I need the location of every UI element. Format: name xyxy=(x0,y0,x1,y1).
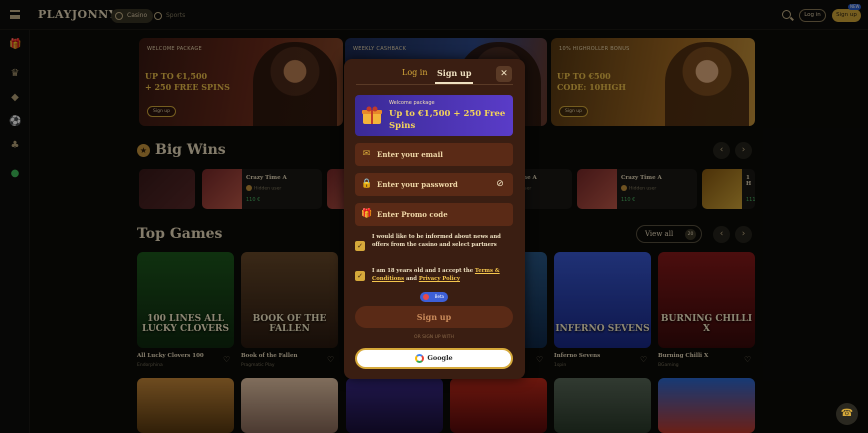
captcha-badge: Beta xyxy=(420,292,448,302)
google-icon xyxy=(415,353,425,363)
and-text: and xyxy=(404,276,419,282)
promo-field: 🎁 xyxy=(355,203,513,226)
google-signup-button[interactable]: Google xyxy=(355,348,513,369)
email-input[interactable] xyxy=(377,147,497,162)
envelope-icon: ✉ xyxy=(362,149,371,159)
password-field: 🔒 ⊘ xyxy=(355,173,513,196)
close-icon[interactable]: ✕ xyxy=(496,66,512,82)
gift-small-icon: 🎁 xyxy=(361,209,373,219)
tab-signup[interactable]: Sign up xyxy=(437,68,471,78)
support-chat-icon[interactable]: ☎ xyxy=(836,403,858,425)
age-text: I am 18 years old and I accept the xyxy=(372,268,475,274)
welcome-offer-line1: Up to €1,500 + 250 Free xyxy=(389,109,506,119)
newsletter-label: I would like to be informed about news a… xyxy=(372,234,501,248)
signup-submit-button[interactable]: Sign up xyxy=(355,306,513,328)
eye-off-icon[interactable]: ⊘ xyxy=(494,179,506,190)
casino-page: PLAYJONNY Casino Sports Log in Sign up N… xyxy=(0,0,868,433)
lock-icon: 🔒 xyxy=(361,179,373,189)
signup-modal: Log in Sign up ✕ Welcome package Up to €… xyxy=(344,59,525,379)
google-label: Google xyxy=(427,354,453,362)
password-input[interactable] xyxy=(377,177,497,192)
age-terms-checkbox[interactable]: ✓ xyxy=(355,271,365,281)
welcome-tag: Welcome package xyxy=(389,100,435,106)
age-terms-label: I am 18 years old and I accept the Terms… xyxy=(372,267,510,283)
welcome-package-card: Welcome package Up to €1,500 + 250 Free … xyxy=(355,95,513,136)
or-divider: OR SIGN UP WITH xyxy=(414,335,454,340)
welcome-offer-line2: Spins xyxy=(389,121,416,131)
privacy-link[interactable]: Privacy Policy xyxy=(419,276,460,282)
tab-divider xyxy=(356,84,513,85)
newsletter-checkbox[interactable]: ✓ xyxy=(355,241,365,251)
tab-login[interactable]: Log in xyxy=(402,68,428,77)
email-field: ✉ xyxy=(355,143,513,166)
gift-icon xyxy=(362,106,382,124)
promo-code-input[interactable] xyxy=(377,207,497,222)
